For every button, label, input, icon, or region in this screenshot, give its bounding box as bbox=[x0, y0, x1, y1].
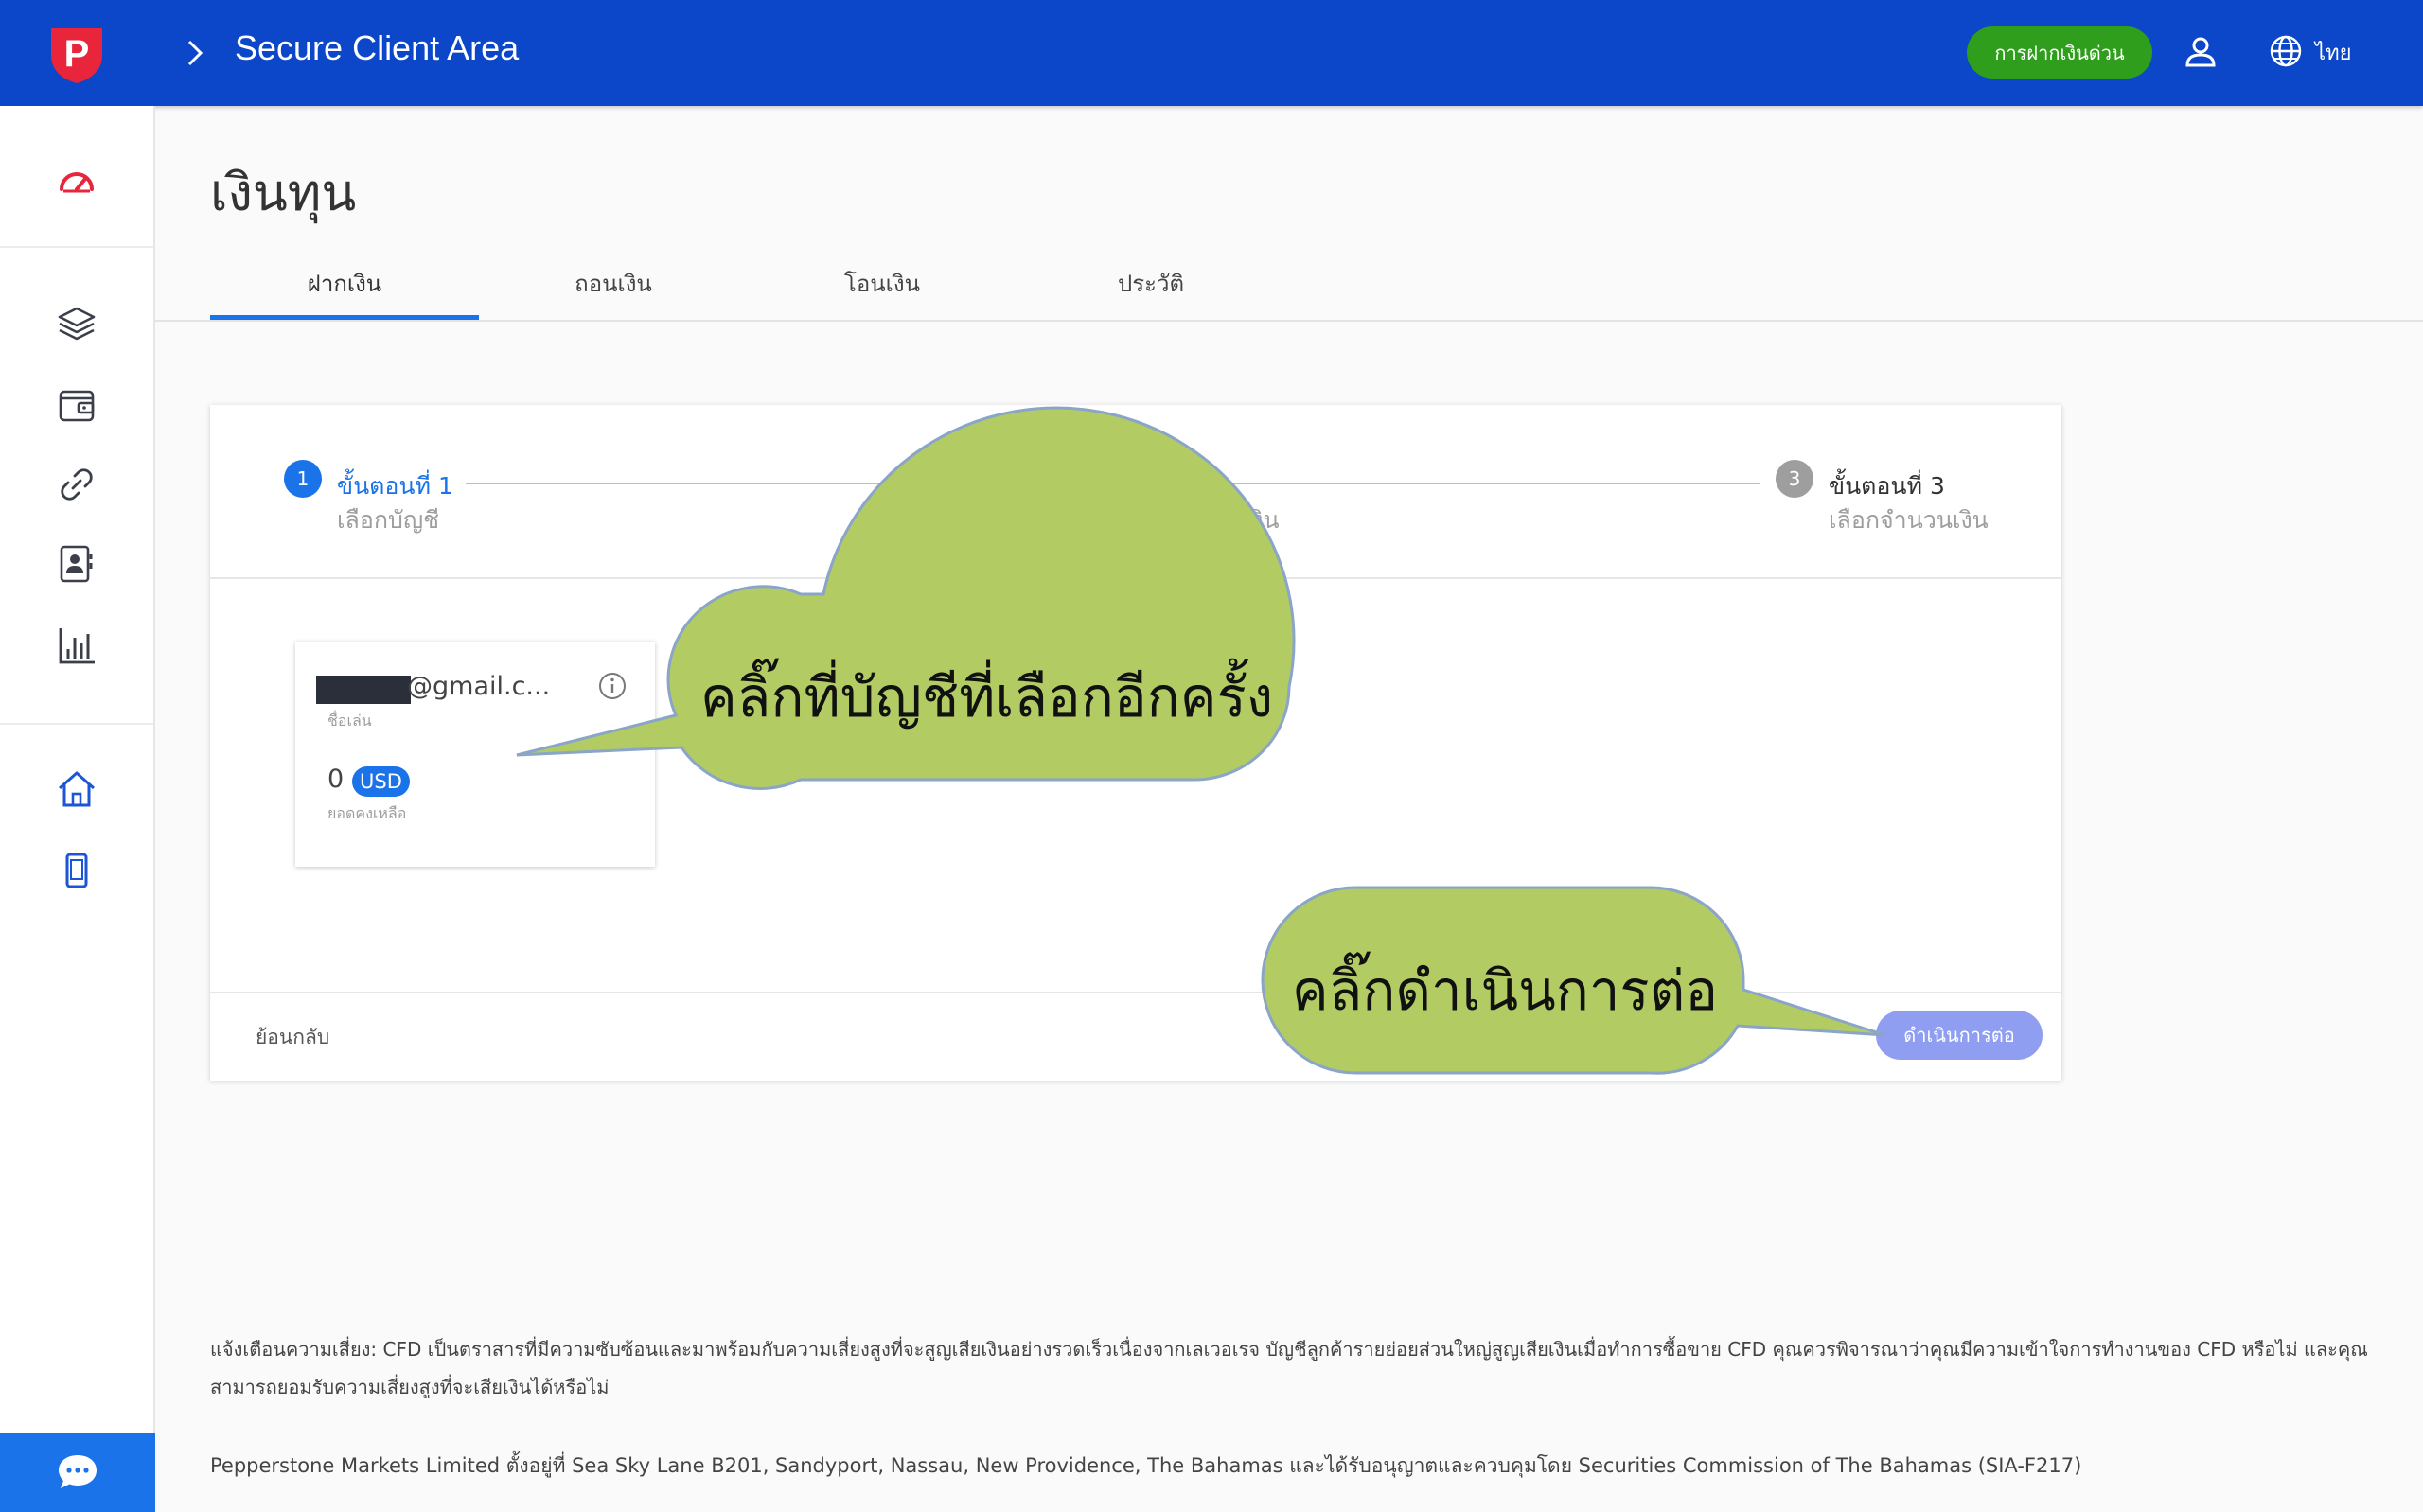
step-connector bbox=[466, 483, 1015, 484]
sidebar-divider bbox=[0, 246, 153, 248]
home-icon[interactable] bbox=[56, 768, 97, 810]
link-icon[interactable] bbox=[56, 464, 97, 505]
contact-book-icon[interactable] bbox=[56, 543, 97, 585]
step-1-number: 1 bbox=[284, 460, 322, 498]
info-icon[interactable] bbox=[596, 670, 628, 702]
step-connector bbox=[1212, 483, 1760, 484]
risk-warning: แจ้งเตือนความเสี่ยง: CFD เป็นตราสารที่มี… bbox=[210, 1338, 2368, 1398]
account-balance: 0 bbox=[327, 765, 345, 794]
dashboard-gauge-icon[interactable] bbox=[56, 161, 97, 202]
step-1-subtitle: เลือกบัญชี bbox=[337, 506, 440, 534]
user-icon[interactable] bbox=[2182, 33, 2220, 71]
continue-button[interactable]: ดำเนินการต่อ bbox=[1876, 1011, 2043, 1060]
step-2-subtitle: เลือกวิธีการฝากเงิน bbox=[1083, 506, 1280, 534]
chat-icon bbox=[59, 1455, 97, 1488]
chat-button[interactable] bbox=[0, 1433, 155, 1512]
step-2-title: ขั้นตอนที่ 2 bbox=[1083, 472, 1199, 500]
tab-deposit[interactable]: ฝากเงิน bbox=[210, 265, 479, 302]
step-3-subtitle: เลือกจำนวนเงิน bbox=[1829, 506, 1989, 534]
card-footer-divider bbox=[210, 992, 2061, 993]
tab-withdraw[interactable]: ถอนเงิน bbox=[479, 265, 748, 302]
mobile-icon[interactable] bbox=[56, 850, 97, 891]
back-button[interactable]: ย้อนกลับ bbox=[256, 1022, 329, 1053]
wallet-icon[interactable] bbox=[56, 384, 97, 426]
nickname-label: ชื่อเล่น bbox=[327, 712, 372, 730]
deposit-card: 1 ขั้นตอนที่ 1 เลือกบัญชี 2 ขั้นตอนที่ 2… bbox=[210, 405, 2061, 1081]
step-1-title: ขั้นตอนที่ 1 bbox=[337, 472, 453, 500]
bar-chart-icon[interactable] bbox=[56, 624, 97, 666]
breadcrumb-title: Secure Client Area bbox=[235, 28, 520, 67]
balance-label: ยอดคงเหลือ bbox=[327, 804, 407, 822]
callout-text-select-account: คลิ๊กที่บัญชีที่เลือกอีกครั้ง bbox=[700, 665, 1274, 730]
company-info: Pepperstone Markets Limited ตั้งอยู่ที่ … bbox=[210, 1454, 2082, 1477]
account-tile[interactable]: @gmail.c... ชื่อเล่น 0 USD ยอดคงเหลือ bbox=[295, 642, 655, 867]
pepperstone-logo[interactable]: P bbox=[44, 21, 110, 87]
sidebar bbox=[0, 106, 155, 1512]
layers-icon[interactable] bbox=[56, 303, 97, 344]
tab-history[interactable]: ประวัติ bbox=[1017, 265, 1285, 302]
redacted-email-block bbox=[316, 676, 411, 704]
account-email: @gmail.c... bbox=[407, 672, 551, 701]
globe-icon[interactable] bbox=[2269, 34, 2303, 68]
chevron-right-icon bbox=[187, 40, 203, 66]
active-tab-indicator bbox=[210, 315, 479, 320]
svg-text:P: P bbox=[64, 33, 90, 75]
language-selector[interactable]: ไทย bbox=[2315, 36, 2351, 69]
top-header: P Secure Client Area การฝากเงินด่วน ไทย bbox=[0, 0, 2423, 106]
sidebar-divider bbox=[0, 723, 153, 725]
tabs-divider bbox=[155, 320, 2423, 322]
stepper-divider bbox=[210, 577, 2061, 579]
step-3-number: 3 bbox=[1776, 460, 1813, 498]
tab-transfer[interactable]: โอนเงิน bbox=[748, 265, 1017, 302]
currency-badge: USD bbox=[352, 766, 410, 797]
step-3-title: ขั้นตอนที่ 3 bbox=[1829, 472, 1945, 500]
callout-text-continue: คลิ๊กดำเนินการต่อ bbox=[1291, 958, 1719, 1023]
quick-deposit-button[interactable]: การฝากเงินด่วน bbox=[1967, 26, 2152, 79]
page-title: เงินทุน bbox=[210, 163, 357, 222]
step-2-number: 2 bbox=[1030, 460, 1068, 498]
